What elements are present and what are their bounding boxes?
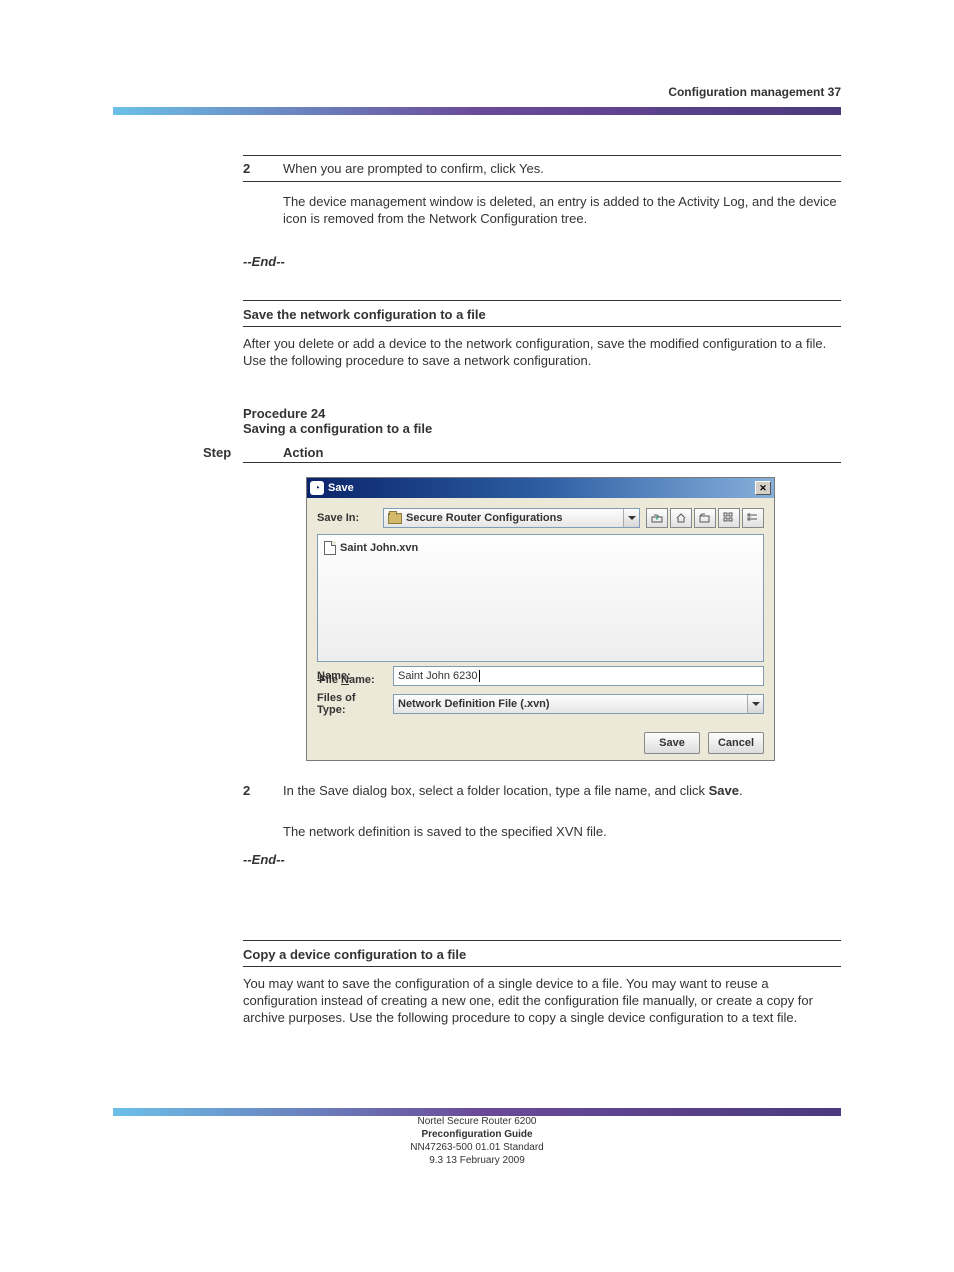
save-button[interactable]: Save bbox=[644, 732, 700, 754]
section-title: Copy a device configuration to a file bbox=[243, 947, 841, 962]
step-number: 2 bbox=[243, 161, 250, 178]
cancel-button[interactable]: Cancel bbox=[708, 732, 764, 754]
hr bbox=[243, 326, 841, 327]
section-title: Save the network configuration to a file bbox=[243, 307, 841, 322]
end-marker: --End-- bbox=[243, 852, 841, 869]
file-type-value: Network Definition File (.xvn) bbox=[398, 698, 550, 710]
hr bbox=[243, 940, 841, 941]
hr bbox=[243, 181, 841, 182]
page-header: Configuration management 37 bbox=[668, 85, 841, 99]
list-view-button[interactable] bbox=[718, 508, 740, 528]
folder-select[interactable]: Secure Router Configurations bbox=[383, 508, 640, 528]
paragraph: The network definition is saved to the s… bbox=[283, 824, 841, 841]
file-type-select[interactable]: Network Definition File (.xvn) bbox=[393, 694, 764, 714]
home-button[interactable] bbox=[670, 508, 692, 528]
hr bbox=[243, 300, 841, 301]
procedure-number: Procedure 24 bbox=[243, 406, 325, 421]
app-icon: ◔ bbox=[310, 481, 324, 495]
file-icon bbox=[324, 541, 336, 555]
paragraph: After you delete or add a device to the … bbox=[243, 336, 841, 370]
dropdown-icon[interactable] bbox=[747, 695, 763, 713]
dialog-titlebar: ◔ Save ✕ bbox=[307, 478, 774, 498]
action-label: Action bbox=[283, 445, 323, 462]
new-folder-button[interactable] bbox=[694, 508, 716, 528]
step-text: In the Save dialog box, select a folder … bbox=[283, 783, 841, 800]
close-button[interactable]: ✕ bbox=[755, 481, 771, 495]
details-view-button[interactable] bbox=[742, 508, 764, 528]
folder-name: Secure Router Configurations bbox=[406, 512, 562, 524]
dialog-title: Save bbox=[328, 482, 354, 494]
hr bbox=[243, 966, 841, 967]
step-text: When you are prompted to confirm, click … bbox=[283, 161, 544, 178]
paragraph: The device management window is deleted,… bbox=[283, 194, 841, 228]
step-number: 2 bbox=[243, 783, 250, 800]
hr bbox=[243, 155, 841, 156]
procedure-subtitle: Saving a configuration to a file bbox=[243, 421, 432, 436]
hr bbox=[243, 462, 841, 463]
file-name-value: Saint John 6230 bbox=[398, 670, 478, 682]
paragraph: You may want to save the configuration o… bbox=[243, 976, 841, 1027]
file-name-input[interactable]: Saint John 6230 bbox=[393, 666, 764, 686]
up-folder-button[interactable] bbox=[646, 508, 668, 528]
save-in-label: Save In: bbox=[317, 512, 377, 524]
header-divider bbox=[113, 107, 841, 115]
file-type-label: Files of Type: bbox=[317, 692, 385, 716]
file-name: Saint John.xvn bbox=[340, 542, 418, 554]
file-list[interactable]: Saint John.xvn bbox=[317, 534, 764, 662]
step-label: Step bbox=[203, 445, 231, 462]
dropdown-icon[interactable] bbox=[623, 509, 639, 527]
file-item[interactable]: Saint John.xvn bbox=[322, 539, 759, 557]
footer: Nortel Secure Router 6200 Preconfigurati… bbox=[0, 1115, 954, 1167]
end-marker: --End-- bbox=[243, 254, 841, 271]
file-name-label-display: File Name: bbox=[319, 674, 375, 686]
folder-icon bbox=[388, 513, 402, 524]
save-dialog: ◔ Save ✕ Save In: Secure Router Configur… bbox=[306, 477, 775, 761]
